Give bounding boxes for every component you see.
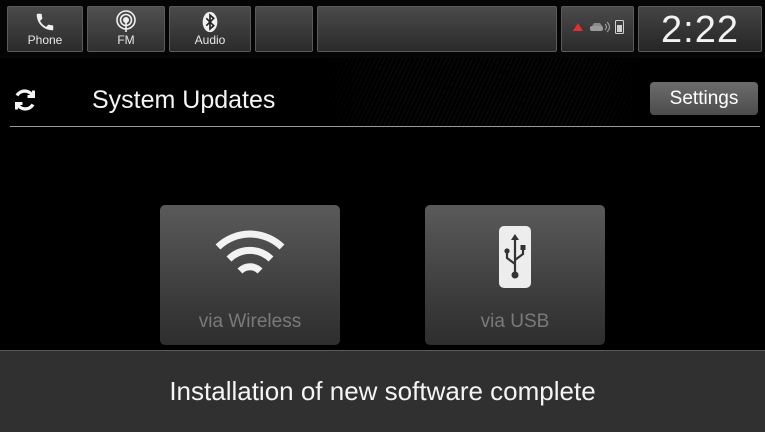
via-usb-label: via USB — [480, 311, 550, 332]
header-texture — [318, 58, 648, 128]
via-wireless-label: via Wireless — [198, 311, 302, 332]
source-fm-label: FM — [117, 33, 135, 47]
status-message: Installation of new software complete — [0, 350, 765, 432]
via-wireless-button[interactable]: via Wireless — [160, 205, 340, 345]
empty-shortcut-slot[interactable] — [317, 6, 557, 52]
source-audio-label: Audio — [194, 33, 226, 47]
usb-icon — [495, 225, 535, 289]
connectivity-status-icon — [571, 20, 585, 38]
wifi-icon — [214, 225, 286, 289]
radio-antenna-icon — [113, 10, 139, 34]
bluetooth-icon — [197, 10, 223, 34]
settings-button[interactable]: Settings — [650, 82, 758, 115]
page-title: System Updates — [92, 86, 276, 114]
phone-icon — [32, 10, 58, 34]
refresh-icon — [12, 87, 38, 113]
empty-shortcut-slot[interactable] — [255, 6, 313, 52]
source-audio-button[interactable]: Audio — [169, 6, 251, 52]
source-phone-label: Phone — [27, 33, 63, 47]
clock: 2:22 — [638, 6, 762, 52]
source-phone-button[interactable]: Phone — [7, 6, 83, 52]
vehicle-signal-icon — [589, 20, 611, 38]
source-fm-button[interactable]: FM — [87, 6, 165, 52]
header-divider — [10, 126, 760, 127]
status-icons-tile — [561, 6, 634, 52]
via-usb-button[interactable]: via USB — [425, 205, 605, 345]
top-status-bar: Phone FM Audio 2:22 — [0, 0, 765, 58]
phone-battery-icon — [615, 19, 624, 39]
